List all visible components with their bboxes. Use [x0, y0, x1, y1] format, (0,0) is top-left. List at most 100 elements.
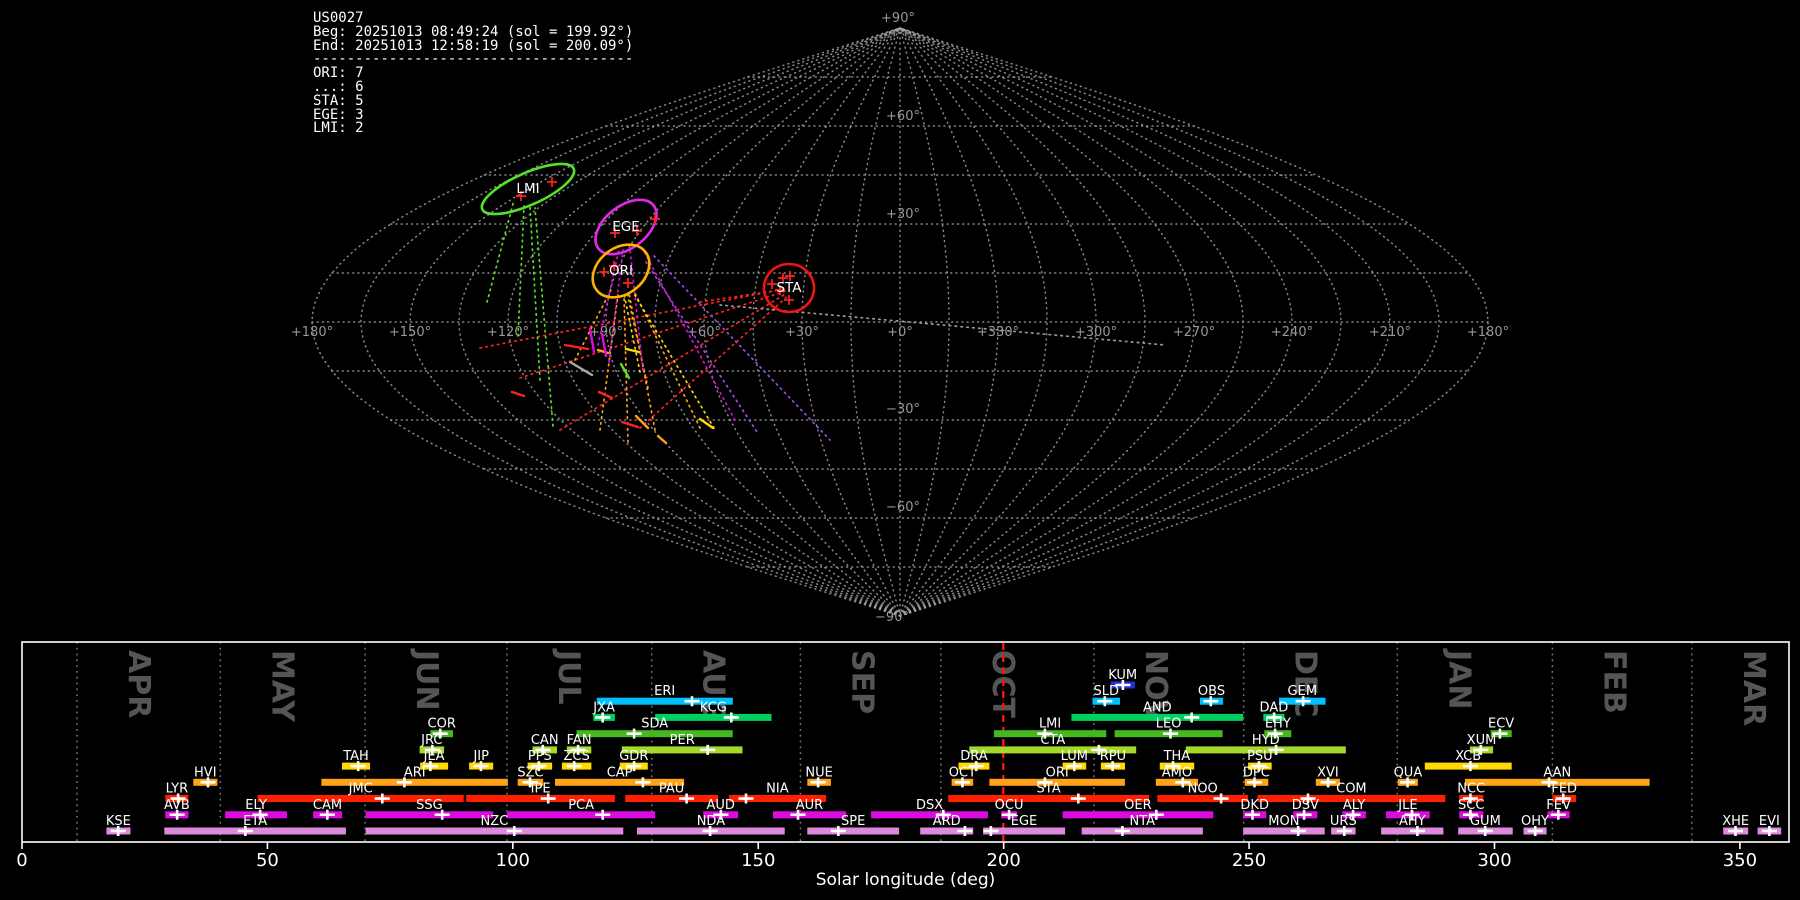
radiant-ege: EGE: [594, 198, 660, 256]
shower-EVI: EVI: [1757, 814, 1782, 836]
shower-code-label: NOO: [1188, 782, 1218, 797]
shower-code-label: NTA: [1130, 814, 1156, 829]
shower-code-label: IPE: [531, 782, 551, 797]
meteor-track: [519, 290, 787, 379]
meteor-trail: [656, 434, 668, 445]
shower-code-label: DSV: [1292, 798, 1319, 813]
shower-code-label: SLD: [1094, 684, 1120, 699]
shower-code-label: KUM: [1108, 668, 1137, 683]
map-lon-label: +90°: [589, 325, 623, 340]
shower-code-label: CAP: [607, 765, 633, 780]
x-tick-label: 350: [1723, 850, 1757, 871]
shower-code-label: FAN: [567, 733, 592, 748]
shower-code-label: ARD: [933, 814, 961, 829]
map-lat-label: +30°: [886, 207, 920, 222]
shower-code-label: SDA: [641, 717, 668, 732]
shower-CAM: CAM: [313, 798, 343, 820]
shower-code-label: SCC: [1458, 798, 1484, 813]
map-lon-label: +30°: [785, 325, 819, 340]
shower-code-label: JMC: [348, 782, 373, 797]
shower-code-label: GDR: [619, 749, 648, 764]
shower-code-label: SZC: [517, 765, 543, 780]
shower-code-label: NIA: [766, 782, 789, 797]
map-pole-label: +90°: [881, 11, 915, 26]
x-tick-label: 250: [1232, 850, 1266, 871]
shower-code-label: ETA: [243, 814, 267, 829]
shower-code-label: TAH: [342, 749, 369, 764]
shower-code-label: OCT: [949, 765, 976, 780]
shower-FEV: FEV: [1546, 798, 1571, 820]
shower-OBS: OBS: [1198, 684, 1225, 707]
month-label: APR: [121, 650, 156, 718]
shower-code-label: EGE: [1011, 814, 1038, 829]
radiant-sky-map: +180° +150° +120° +90° +60° +30° +0° +330° +300°…: [291, 11, 1509, 625]
x-tick-label: 300: [1477, 850, 1511, 871]
x-tick-label: 200: [986, 850, 1020, 871]
map-lon-label: +180°: [1467, 325, 1509, 340]
shower-code-label: HVI: [194, 765, 217, 780]
shower-code-label: URS: [1330, 814, 1357, 829]
shower-code-label: AVB: [164, 798, 190, 813]
x-axis: 0 50 100 150 200 250 300 350 Solar longitude (de…: [16, 842, 1757, 890]
shower-code-label: AAN: [1543, 765, 1571, 780]
x-axis-title: Solar longitude (deg): [816, 870, 996, 890]
shower-code-label: CTA: [1040, 733, 1065, 748]
activity-timeline: APR MAY JUN JUL AUG SEP OCT NOV DEC JAN FEB MARKUME…: [16, 641, 1790, 890]
shower-code-label: THA: [1163, 749, 1191, 764]
shower-OHY: OHY: [1521, 814, 1549, 836]
shower-code-label: ARI: [404, 765, 426, 780]
map-lon-label: +270°: [1173, 325, 1215, 340]
shower-code-label: AUR: [796, 798, 823, 813]
shower-code-label: LMI: [1039, 717, 1061, 732]
meteor-track: [626, 291, 649, 389]
meteor-trail: [563, 343, 590, 351]
map-lon-label: +150°: [389, 325, 431, 340]
shower-AVB: AVB: [164, 798, 190, 820]
shower-code-label: JLE: [1397, 798, 1417, 813]
shower-code-label: PCA: [568, 798, 594, 813]
shower-code-label: HYD: [1252, 733, 1280, 748]
shower-KSE: KSE: [106, 814, 131, 836]
radiant-label: ORI: [609, 263, 633, 279]
shower-code-label: XHE: [1722, 814, 1749, 829]
shower-code-label: OCU: [995, 798, 1024, 813]
shower-code-label: GUM: [1470, 814, 1501, 829]
shower-code-label: NZC: [481, 814, 509, 829]
shower-code-label: PSU: [1247, 749, 1273, 764]
radiant-ori: ORI: [591, 243, 651, 299]
shower-code-label: AUD: [706, 798, 734, 813]
station-info: US0027 Beg: 20251013 08:49:24 (sol = 199…: [313, 10, 634, 137]
shower-code-label: OER: [1124, 798, 1151, 813]
shower-code-label: OBS: [1198, 684, 1225, 699]
map-lon-label: +0°: [887, 325, 913, 340]
meteor-trail: [510, 390, 526, 398]
month-label: JUN: [409, 648, 444, 711]
shower-ZCS: ZCS: [561, 749, 592, 772]
shower-code-label: SSG: [416, 798, 443, 813]
map-lon-label: +210°: [1369, 325, 1411, 340]
shower-code-label: QUA: [1394, 765, 1423, 780]
meteor-track: [628, 292, 656, 431]
radiant-plus-marker: [599, 267, 609, 277]
meteor-track: [529, 206, 541, 381]
shower-code-label: SPE: [841, 814, 865, 829]
radiant-label: STA: [776, 280, 802, 296]
shower-code-label: CAM: [313, 798, 342, 813]
shower-code-label: MON: [1268, 814, 1299, 829]
shower-HVI: HVI: [193, 765, 218, 788]
shower-code-label: PAU: [659, 782, 684, 797]
shower-code-label: EHY: [1265, 717, 1291, 732]
map-lon-label: +330°: [977, 325, 1019, 340]
month-label: MAY: [264, 650, 299, 723]
shower-code-label: DAD: [1260, 700, 1289, 715]
month-label: MAR: [1736, 650, 1771, 726]
month-label: JAN: [1441, 648, 1476, 710]
meteor-track: [623, 293, 641, 373]
meteor-trail: [568, 360, 594, 377]
shower-TAH: TAH: [342, 749, 370, 772]
shower-code-label: ALY: [1343, 798, 1365, 813]
month-label: FEB: [1596, 650, 1631, 714]
shower-JIP: JIP: [469, 749, 494, 772]
gmn-radiant-report: US0027 Beg: 20251013 08:49:24 (sol = 199…: [0, 0, 1800, 900]
shower-code-label: LUM: [1061, 749, 1088, 764]
